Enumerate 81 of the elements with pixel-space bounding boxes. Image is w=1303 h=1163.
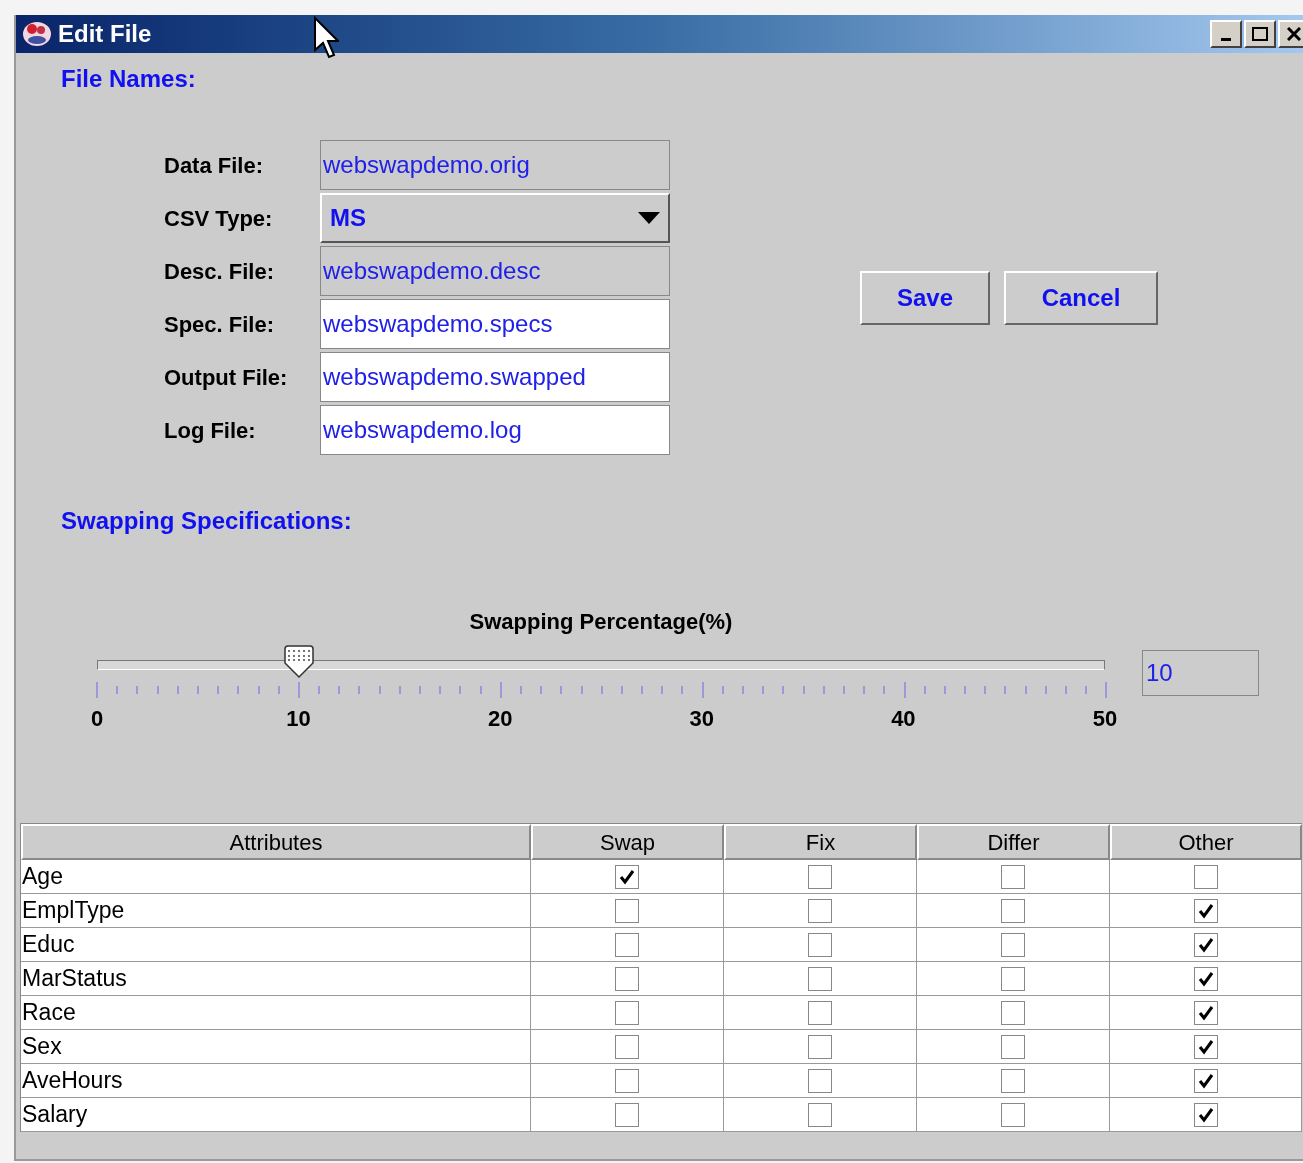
- checkbox[interactable]: [808, 1000, 832, 1025]
- column-header[interactable]: Swap: [531, 824, 724, 860]
- checkbox[interactable]: [1001, 966, 1025, 991]
- checkbox[interactable]: [808, 932, 832, 957]
- slider-track[interactable]: [97, 660, 1105, 670]
- section-heading: File Names:: [61, 64, 197, 94]
- checkbox[interactable]: [1193, 1000, 1218, 1025]
- maximize-icon: [1252, 27, 1268, 41]
- slider-thumb[interactable]: [282, 645, 315, 679]
- table-cell: Sex: [21, 1030, 531, 1063]
- checkbox[interactable]: [615, 932, 639, 957]
- save-button[interactable]: Save: [860, 271, 990, 325]
- checkbox[interactable]: [1001, 898, 1025, 923]
- table-cell: Educ: [21, 928, 531, 961]
- maximize-button[interactable]: [1244, 20, 1276, 48]
- csv-type-dropdown[interactable]: MS: [320, 193, 670, 243]
- field-label: CSV Type:: [164, 204, 274, 233]
- column-header[interactable]: Attributes: [21, 824, 531, 860]
- window-title: Edit File: [58, 19, 152, 49]
- text-field[interactable]: webswapdemo.orig: [320, 140, 670, 190]
- field-label: Output File:: [164, 363, 289, 392]
- checkbox[interactable]: [1193, 932, 1218, 957]
- checkbox[interactable]: [808, 1102, 832, 1127]
- field-label: Data File:: [164, 151, 265, 180]
- field-label: Log File:: [164, 416, 257, 445]
- checkbox[interactable]: [615, 1102, 639, 1127]
- text-field[interactable]: webswapdemo.desc: [320, 246, 670, 296]
- minimize-button[interactable]: [1210, 20, 1242, 48]
- checkbox[interactable]: [808, 966, 832, 991]
- checkbox[interactable]: [808, 898, 832, 923]
- checkbox[interactable]: [615, 1034, 639, 1059]
- checkbox[interactable]: [1193, 966, 1218, 991]
- text-field[interactable]: webswapdemo.log: [320, 405, 670, 455]
- checkbox[interactable]: [808, 864, 832, 889]
- checkbox[interactable]: [615, 1068, 639, 1093]
- checkbox[interactable]: [615, 864, 639, 889]
- minimize-icon: [1221, 37, 1231, 41]
- column-header[interactable]: Fix: [724, 824, 917, 860]
- value-field[interactable]: 10: [1142, 650, 1259, 696]
- text-field[interactable]: webswapdemo.swapped: [320, 352, 670, 402]
- tick-label: 40: [890, 705, 917, 733]
- checkbox[interactable]: [1193, 1102, 1218, 1127]
- checkbox[interactable]: [615, 966, 639, 991]
- table-cell: AveHours: [21, 1064, 531, 1097]
- table-cell: Salary: [21, 1098, 531, 1131]
- tick-label: 50: [1091, 705, 1119, 733]
- checkbox[interactable]: [615, 1000, 639, 1025]
- checkbox[interactable]: [1193, 1034, 1218, 1059]
- tick-label: 10: [285, 705, 312, 733]
- dropdown-arrow-icon: [638, 212, 660, 224]
- table-cell: Race: [21, 996, 531, 1029]
- text-field[interactable]: webswapdemo.specs: [320, 299, 670, 349]
- checkbox[interactable]: [1001, 1034, 1025, 1059]
- cursor-icon: [313, 16, 339, 60]
- checkbox[interactable]: [1001, 932, 1025, 957]
- checkbox[interactable]: [808, 1068, 832, 1093]
- checkbox[interactable]: [615, 898, 639, 923]
- tick-label: 30: [688, 705, 715, 733]
- section-heading: Swapping Specifications:: [61, 506, 353, 536]
- tick-label: 20: [486, 705, 514, 733]
- field-label: Desc. File:: [164, 257, 276, 286]
- tick-label: 0: [89, 705, 105, 733]
- checkbox[interactable]: [1193, 898, 1218, 923]
- checkbox[interactable]: [1001, 864, 1025, 889]
- cancel-button[interactable]: Cancel: [1004, 271, 1158, 325]
- checkbox[interactable]: [1193, 1068, 1218, 1093]
- table-cell: MarStatus: [21, 962, 531, 995]
- close-icon: [1287, 27, 1301, 41]
- slider-label: Swapping Percentage(%): [469, 608, 733, 636]
- checkbox[interactable]: [1001, 1102, 1025, 1127]
- checkbox[interactable]: [1001, 1000, 1025, 1025]
- checkbox[interactable]: [1001, 1068, 1025, 1093]
- table-cell: Age: [21, 860, 531, 893]
- table-cell: EmplType: [21, 894, 531, 927]
- checkbox[interactable]: [808, 1034, 832, 1059]
- close-button[interactable]: [1278, 20, 1303, 48]
- checkbox[interactable]: [1193, 864, 1218, 889]
- column-header[interactable]: Other: [1110, 824, 1302, 860]
- column-header[interactable]: Differ: [917, 824, 1110, 860]
- field-label: Spec. File:: [164, 310, 276, 339]
- app-icon: [20, 19, 54, 49]
